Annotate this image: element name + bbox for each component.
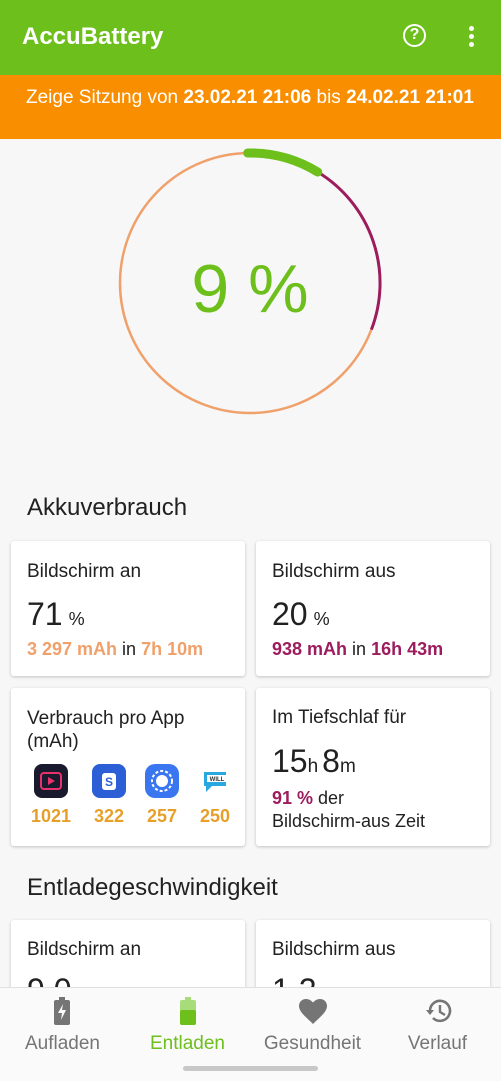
card-label: Verbrauch pro App (mAh) [27,708,185,752]
screen-off-details: 938 mAh in 16h 43m [272,639,444,659]
nav-label: Entladen [149,1033,225,1054]
card-label: Bildschirm aus [272,939,396,960]
app-item[interactable]: WILL 250 [193,764,237,827]
nav-item-aufladen[interactable]: Aufladen [0,988,125,1068]
deep-sleep-card[interactable]: Im Tiefschlaf für 15h 8m 91 % der Bildschi… [256,688,490,846]
per-app-usage-card[interactable]: Verbrauch pro App (mAh) 1021 S 322 257 W… [11,688,245,846]
session-mid: bis [311,87,347,108]
session-end: 24.02.21 21:01 [346,87,474,108]
heart-icon [299,999,327,1024]
nav-item-gesundheit[interactable]: Gesundheit [250,988,375,1068]
app-mah: 257 [146,806,178,826]
nav-label: Verlauf [407,1033,468,1054]
signal-app-icon [145,764,179,798]
app-item[interactable]: 1021 [29,764,73,827]
gesture-bar[interactable] [183,1066,318,1071]
screen-on-details: 3 297 mAh in 7h 10m [27,639,204,659]
discharge-section-title: Entladegeschwindigkeit [27,874,278,901]
card-label: Im Tiefschlaf für [272,707,407,728]
nav-item-verlauf[interactable]: Verlauf [375,988,500,1068]
app-mah: 250 [199,806,231,826]
app-title: AccuBattery [22,23,164,50]
usage-section-title: Akkuverbrauch [27,494,188,521]
more-vert-icon[interactable] [462,26,482,48]
app-mah: 1021 [30,806,72,826]
video-app-icon [34,764,68,798]
battery-percent: 9 % [191,251,309,327]
svg-text:S: S [105,775,113,789]
app-mah: 322 [93,806,125,826]
nav-item-entladen[interactable]: Entladen [125,988,250,1068]
will-app-icon: WILL [198,764,232,798]
svg-text:WILL: WILL [210,777,225,783]
battery-discharging-icon [180,997,196,1025]
history-icon [426,999,452,1023]
screen-off-percent: 20% [272,596,330,632]
nav-label: Aufladen [24,1033,100,1054]
screen-off-usage-card[interactable]: Bildschirm aus 20% 938 mAh in 16h 43m [256,541,490,676]
app-bar: AccuBattery ? [0,0,501,75]
app-item[interactable]: 257 [140,764,184,827]
battery-charging-icon [54,997,70,1025]
deep-sleep-details: 91 % der Bildschirm-aus Zeit [272,788,426,831]
session-start: 23.02.21 21:06 [183,87,312,108]
screen-on-usage-card[interactable]: Bildschirm an 71% 3 297 mAh in 7h 10m [11,541,245,676]
session-banner[interactable]: Zeige Sitzung von 23.02.21 21:06 bis 24.… [0,75,501,139]
screen-on-percent: 71% [27,596,85,632]
card-label: Bildschirm an [27,939,142,960]
gauge-arc-level [243,148,323,177]
session-prefix: Zeige Sitzung von [26,87,184,108]
s-app-icon: S [92,764,126,798]
card-label: Bildschirm an [27,561,142,582]
deep-sleep-duration: 15h 8m [272,743,356,779]
help-circle-icon[interactable]: ? [403,24,426,47]
card-label: Bildschirm aus [272,561,396,582]
app-item[interactable]: S 322 [87,764,131,827]
nav-label: Gesundheit [263,1033,362,1054]
battery-gauge: 9 % [115,148,385,418]
